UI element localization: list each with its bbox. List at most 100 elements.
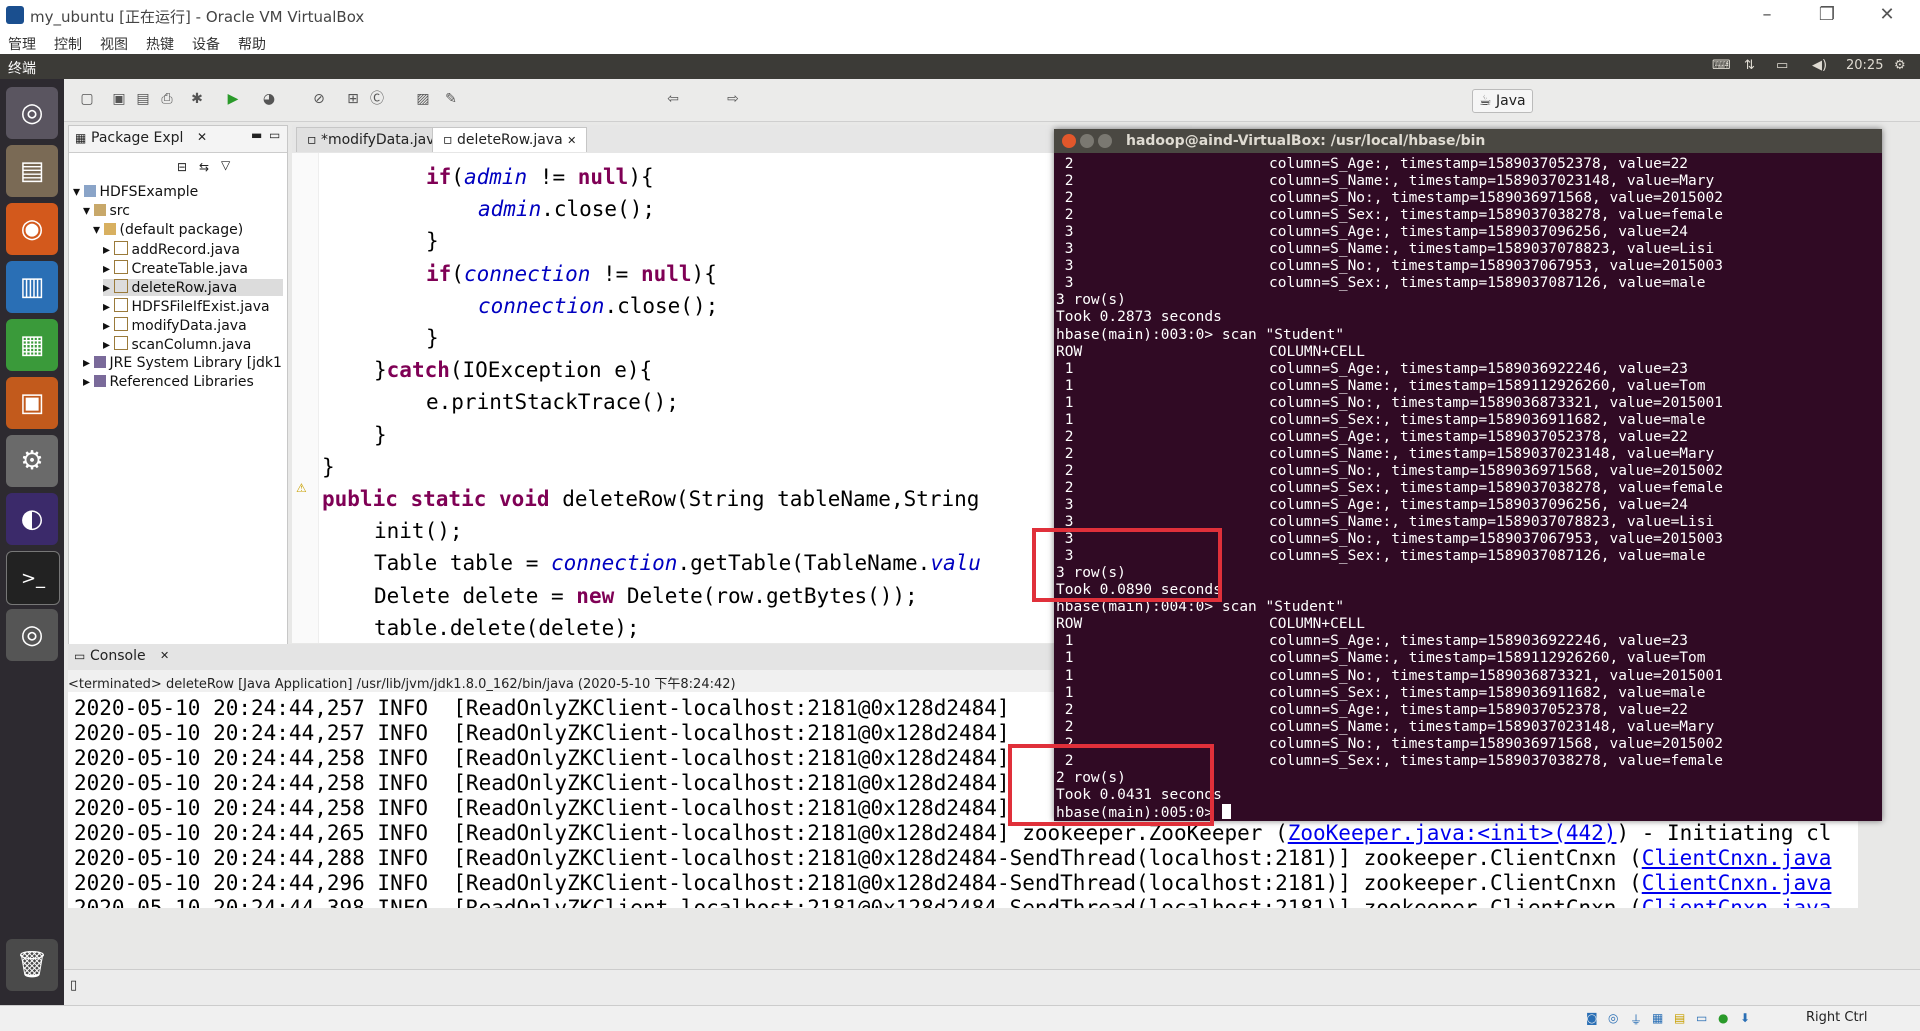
impress-icon[interactable]: ▣ — [6, 377, 58, 429]
terminal-cell: column=S_No:, timestamp=1589036971568, v… — [1269, 190, 1723, 207]
link-editor-icon[interactable]: ⇆ — [199, 160, 209, 174]
menu-item-devices[interactable]: 设备 — [192, 34, 220, 54]
save-all-icon[interactable]: ▤ — [134, 90, 152, 108]
terminal-line: hbase(main):003:0> scan "Student" — [1056, 326, 1345, 343]
java-file-icon — [114, 279, 129, 293]
terminal-cell: COLUMN+CELL — [1269, 616, 1366, 633]
terminal-line: 2 — [1056, 445, 1074, 462]
terminal-line: 1 — [1056, 650, 1074, 667]
perspective-java-button[interactable]: ☕ Java — [1472, 89, 1533, 113]
terminal-cell: column=S_Sex:, timestamp=1589037038278, … — [1269, 207, 1723, 224]
battery-icon[interactable]: ▭ — [1776, 58, 1788, 73]
console-line: 2020-05-10 20:24:44,398 INFO [ReadOnlyZK… — [74, 896, 1831, 908]
files-icon[interactable]: ▤ — [6, 145, 58, 197]
minimize-icon[interactable]: ▬ — [251, 128, 262, 142]
source-folder-icon — [94, 204, 107, 216]
tab-label: deleteRow.java — [456, 132, 563, 148]
terminal-icon[interactable]: >_ — [6, 551, 60, 605]
tree-item-src[interactable]: ▾ src — [83, 203, 130, 219]
terminal-line: 1 — [1056, 377, 1074, 394]
run-icon[interactable]: ▶ — [224, 90, 242, 108]
terminal-line: 1 — [1056, 411, 1074, 428]
mouse-capture-icon: ⬇ — [1740, 1011, 1751, 1025]
code-line: }catch(IOException e){ — [374, 358, 653, 383]
trash-icon[interactable]: 🗑 — [6, 939, 58, 991]
network-icon[interactable]: ⇅ — [1744, 58, 1755, 73]
print-icon[interactable]: ⎙ — [158, 90, 176, 108]
minimize-icon[interactable] — [1080, 134, 1094, 148]
perspective-label: Java — [1496, 93, 1526, 109]
source-link[interactable]: ClientCnxn.java — [1642, 896, 1832, 908]
tree-item-addrecord[interactable]: ▸ addRecord.java — [103, 241, 240, 258]
code-line: } — [426, 326, 439, 350]
new-java-package-icon[interactable]: ⊞ — [344, 90, 362, 108]
coverage-icon[interactable]: ◕ — [260, 90, 278, 108]
debug-icon[interactable]: ✱ — [188, 90, 206, 108]
menu-item-manage[interactable]: 管理 — [8, 34, 36, 54]
menu-item-hotkey[interactable]: 热键 — [146, 34, 174, 54]
tree-item-jre-library[interactable]: ▸ JRE System Library [jdk1 — [83, 355, 282, 371]
close-icon[interactable]: ✕ — [567, 134, 576, 147]
volume-icon[interactable]: ◀) — [1812, 58, 1827, 73]
tree-item-referenced-libraries[interactable]: ▸ Referenced Libraries — [83, 374, 254, 390]
network-icon: ▦ — [1652, 1011, 1664, 1025]
view-menu-icon[interactable]: ▽ — [221, 158, 230, 172]
system-settings-icon[interactable]: ⚙ — [6, 435, 58, 487]
back-icon[interactable]: ⇦ — [664, 90, 682, 108]
tab-deleterow[interactable]: ▫ deleteRow.java ✕ — [432, 127, 588, 152]
keyboard-icon[interactable]: ⌨ — [1712, 58, 1731, 73]
save-icon[interactable]: ▣ — [110, 90, 128, 108]
terminal-line: 1 — [1056, 684, 1074, 701]
code-editor[interactable]: ⚠ if(admin != null){admin.close();} if(co… — [292, 153, 1122, 643]
open-type-icon[interactable]: ▨ — [414, 90, 432, 108]
new-icon[interactable]: ▢ — [78, 90, 96, 108]
tree-item-default-package[interactable]: ▾ (default package) — [93, 222, 243, 238]
settings-gear-icon[interactable]: ⚙ — [1894, 58, 1906, 73]
console-line: 2020-05-10 20:24:44,296 INFO [ReadOnlyZK… — [74, 871, 1832, 895]
writer-icon[interactable]: ▥ — [6, 261, 58, 313]
maximize-icon[interactable] — [1098, 134, 1112, 148]
source-link[interactable]: ClientCnxn.java — [1642, 871, 1832, 895]
clock[interactable]: 20:25 — [1846, 58, 1883, 73]
search-icon[interactable]: ✎ — [442, 90, 460, 108]
java-file-icon — [114, 241, 129, 255]
dash-home-icon[interactable]: ◎ — [6, 87, 58, 139]
maximize-icon[interactable]: ❐ — [1812, 4, 1842, 25]
tree-item-createtable[interactable]: ▸ CreateTable.java — [103, 260, 248, 277]
tree-item-modifydata[interactable]: ▸ modifyData.java — [103, 317, 247, 334]
code-line: Delete delete = new Delete(row.getBytes(… — [374, 583, 918, 608]
minimize-icon[interactable]: – — [1752, 4, 1782, 25]
java-file-icon: ▫ — [443, 132, 453, 148]
source-link[interactable]: ZooKeeper.java:<init>(442) — [1288, 821, 1617, 845]
maximize-icon[interactable]: ▭ — [269, 128, 280, 142]
eclipse-icon[interactable]: ◐ — [6, 493, 58, 545]
skip-breakpoints-icon[interactable]: ⊘ — [310, 90, 328, 108]
console-tab-label[interactable]: Console — [90, 648, 146, 664]
package-explorer-tab[interactable]: ▦ Package Expl ✕ ▬ ▭ — [69, 126, 287, 153]
collapse-all-icon[interactable]: ⊟ — [177, 160, 187, 174]
source-link[interactable]: ClientCnxn.java — [1642, 846, 1832, 870]
menu-item-help[interactable]: 帮助 — [238, 34, 266, 54]
calc-icon[interactable]: ▦ — [6, 319, 58, 371]
terminal-cell: column=S_Sex:, timestamp=1589037038278, … — [1269, 752, 1723, 769]
dvd-icon[interactable]: ◎ — [6, 609, 58, 661]
close-icon[interactable]: ✕ — [1872, 4, 1902, 25]
close-icon[interactable] — [1062, 134, 1076, 148]
tree-item-project[interactable]: ▾ HDFSExample — [73, 184, 198, 200]
terminal-cell: column=S_Name:, timestamp=1589037078823,… — [1269, 514, 1715, 531]
tab-modifydata[interactable]: ▫ *modifyData.java — [296, 127, 455, 152]
menu-item-control[interactable]: 控制 — [54, 34, 82, 54]
firefox-icon[interactable]: ◉ — [6, 203, 58, 255]
eclipse-status-bar: ▯ — [64, 969, 1920, 1006]
code-line: admin.close(); — [478, 197, 656, 222]
tree-item-deleterow[interactable]: ▸ deleteRow.java — [103, 279, 283, 296]
terminal-output[interactable]: 2 column=S_Age:, timestamp=1589037052378,… — [1054, 153, 1882, 821]
menu-item-view[interactable]: 视图 — [100, 34, 128, 54]
tree-item-hdfsfileifexist[interactable]: ▸ HDFSFileIfExist.java — [103, 298, 270, 315]
tree-item-scancolumn[interactable]: ▸ scanColumn.java — [103, 336, 251, 353]
close-icon[interactable]: ✕ — [160, 649, 169, 662]
forward-icon[interactable]: ⇨ — [724, 90, 742, 108]
new-class-icon[interactable]: Ⓒ — [368, 90, 386, 108]
close-icon[interactable]: ✕ — [197, 130, 207, 144]
terminal-window[interactable]: hadoop@aind-VirtualBox: /usr/local/hbase… — [1008, 129, 1882, 826]
